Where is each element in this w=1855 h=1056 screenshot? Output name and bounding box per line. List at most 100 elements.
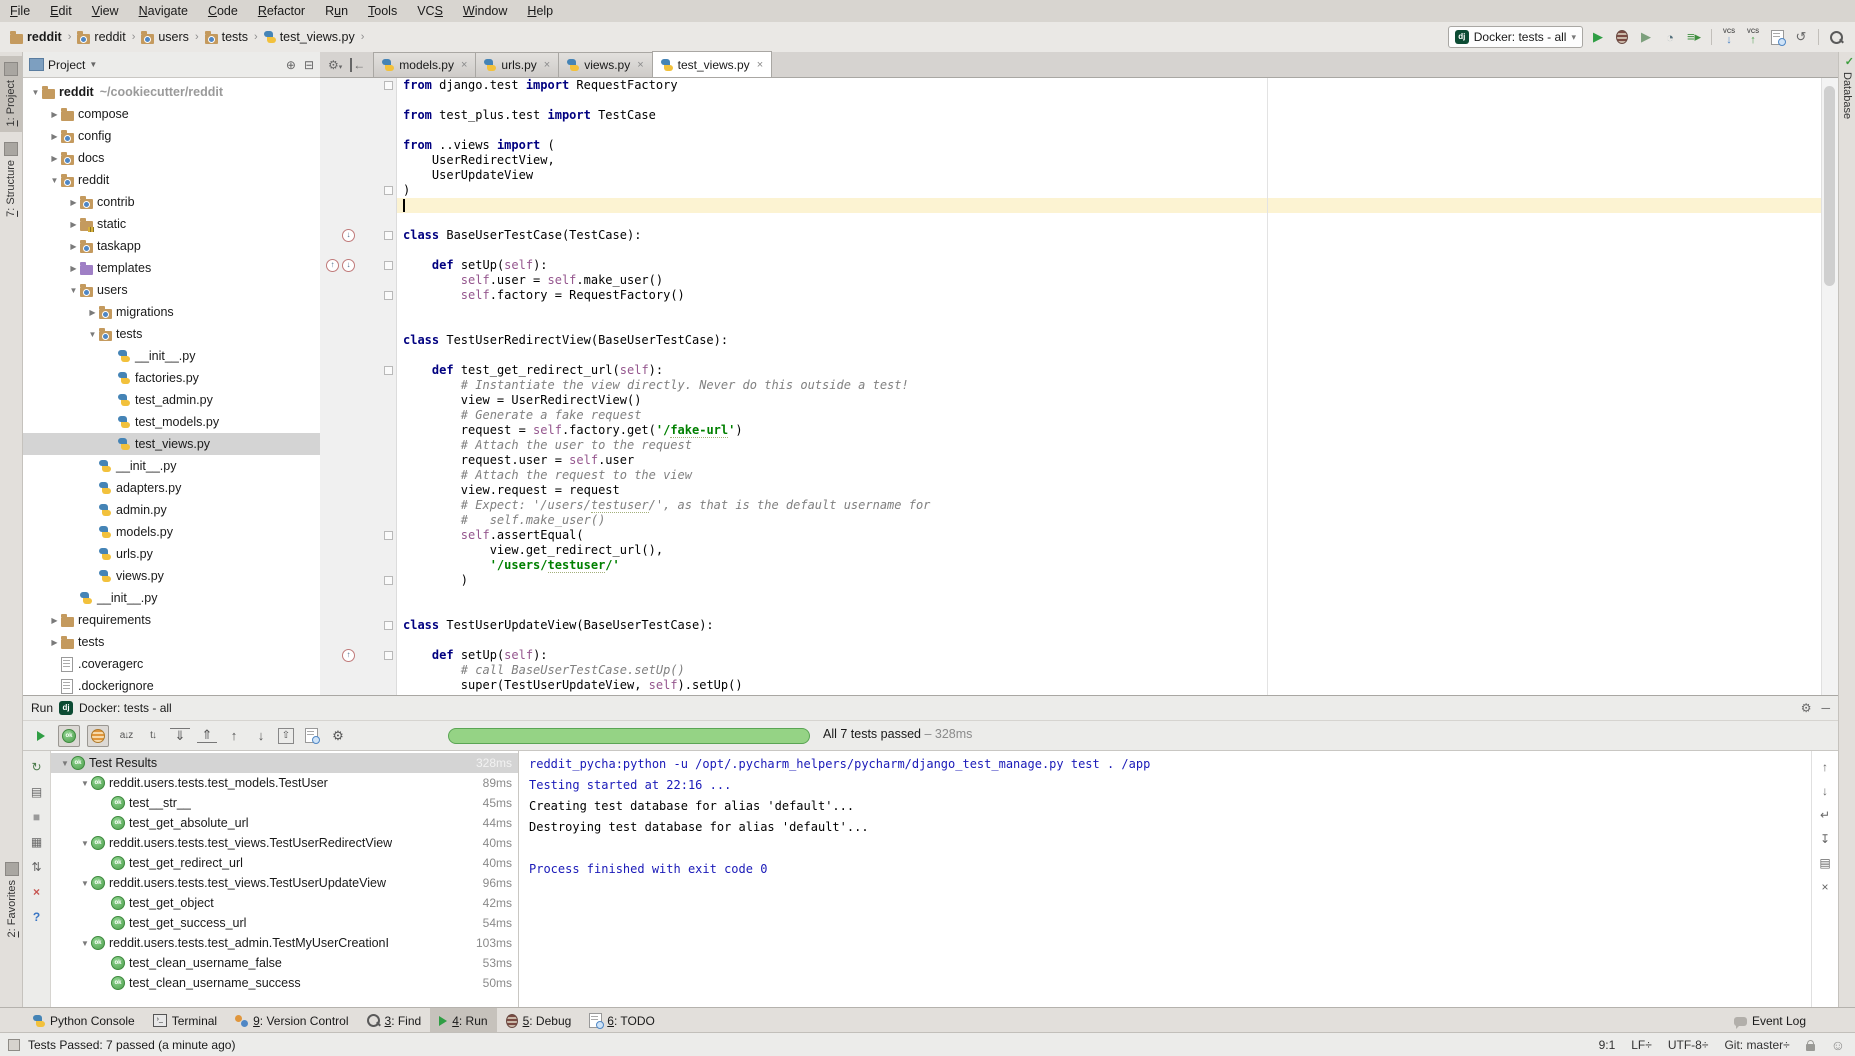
close-icon[interactable]: × (461, 59, 467, 71)
collapse-arrow-icon[interactable]: ▼ (86, 330, 99, 339)
caret-position-widget[interactable]: 9:1 (1599, 1038, 1616, 1052)
event-log-button[interactable]: Event Log (1725, 1014, 1815, 1028)
close-icon[interactable]: × (637, 59, 643, 71)
menu-item-file[interactable]: File (0, 0, 40, 22)
fold-marker-icon[interactable] (384, 651, 393, 660)
down-stack-icon[interactable]: ↓ (1817, 783, 1833, 799)
tool-window-button-4-run[interactable]: 4: Run (430, 1008, 496, 1033)
collapse-arrow-icon[interactable]: ▼ (79, 939, 91, 948)
collapse-arrow-icon[interactable]: ▼ (79, 879, 91, 888)
print-icon[interactable]: ▤ (1817, 855, 1833, 871)
collapse-arrow-icon[interactable]: ▼ (79, 779, 91, 788)
run-test-marker-icon[interactable]: ↓ (342, 229, 355, 242)
run-context-icon[interactable]: ≡▸ (1685, 28, 1703, 46)
menu-item-tools[interactable]: Tools (358, 0, 407, 22)
test-tree-item-reddit-users-tests-test_views-TestUserRedirectView[interactable]: ▼okreddit.users.tests.test_views.TestUse… (51, 833, 518, 853)
expand-arrow-icon[interactable]: ▶ (67, 220, 80, 229)
close-icon[interactable]: × (757, 59, 763, 71)
project-tree-item-__init__.py[interactable]: __init__.py (23, 587, 320, 609)
stop-icon[interactable]: ■ (29, 809, 45, 825)
project-tree-item-test_models.py[interactable]: test_models.py (23, 411, 320, 433)
project-tree-item-users[interactable]: ▼users (23, 279, 320, 301)
gear-icon[interactable]: ⚙ (1801, 701, 1812, 715)
project-tree-item-migrations[interactable]: ▶migrations (23, 301, 320, 323)
menu-item-run[interactable]: Run (315, 0, 358, 22)
run-console[interactable]: reddit_pycha:python -u /opt/.pycharm_hel… (519, 751, 1811, 1008)
rerun-layout-icon[interactable]: ↻ (29, 759, 45, 775)
vcs-update-icon[interactable]: VCS↓ (1720, 28, 1738, 46)
collapse-arrow-icon[interactable]: ▼ (59, 759, 71, 768)
fold-marker-icon[interactable] (384, 291, 393, 300)
run-test-marker-icon[interactable]: ↓ (342, 259, 355, 272)
fold-marker-icon[interactable] (384, 186, 393, 195)
run-coverage-icon[interactable]: ▶ (1637, 28, 1655, 46)
next-test-icon[interactable]: ↓ (251, 726, 271, 746)
close-icon[interactable]: × (29, 884, 45, 900)
breadcrumb-item-reddit[interactable]: reddit (77, 30, 125, 44)
breadcrumb-item-tests[interactable]: tests (205, 30, 248, 44)
fold-marker-icon[interactable] (384, 261, 393, 270)
sort-by-duration-icon[interactable]: t↓ (143, 726, 163, 746)
fold-marker-icon[interactable] (384, 576, 393, 585)
project-tree-item-models.py[interactable]: models.py (23, 521, 320, 543)
project-tree-item-__init__.py[interactable]: __init__.py (23, 455, 320, 477)
fold-marker-icon[interactable] (384, 531, 393, 540)
locate-icon[interactable]: ⊕ (286, 58, 296, 72)
editor-tab-models.py[interactable]: models.py× (373, 52, 476, 77)
expand-arrow-icon[interactable]: ▶ (48, 638, 61, 647)
menu-item-view[interactable]: View (82, 0, 129, 22)
sidebar-item-2-favorites[interactable]: 2: Favorites (0, 856, 24, 943)
gear-icon[interactable]: ⚙ (328, 726, 348, 746)
hide-panel-icon[interactable]: ← (350, 58, 365, 72)
run-icon[interactable]: ▶ (1589, 28, 1607, 46)
test-tree-item-reddit-users-tests-test_views-TestUserUpdateView[interactable]: ▼okreddit.users.tests.test_views.TestUse… (51, 873, 518, 893)
test-tree-item-Test-Results[interactable]: ▼okTest Results328ms (51, 753, 518, 773)
project-tree-item-tests[interactable]: ▶tests (23, 631, 320, 653)
sidebar-item-database[interactable]: Database (1841, 72, 1853, 119)
filter-passed-icon[interactable]: ok (58, 725, 80, 747)
project-tree-item-urls.py[interactable]: urls.py (23, 543, 320, 565)
recent-changes-icon[interactable] (1768, 28, 1786, 46)
project-tree-item-docs[interactable]: ▶docs (23, 147, 320, 169)
soft-wrap-icon[interactable]: ↵ (1817, 807, 1833, 823)
override-marker-icon[interactable]: ↑ (342, 649, 355, 662)
fold-marker-icon[interactable] (384, 366, 393, 375)
fold-marker-icon[interactable] (384, 81, 393, 90)
test-tree-item-test_get_success_url[interactable]: oktest_get_success_url54ms (51, 913, 518, 933)
close-icon[interactable]: × (544, 59, 550, 71)
sidebar-item-7-structure[interactable]: 7: Structure (0, 136, 22, 223)
expand-arrow-icon[interactable]: ▶ (86, 308, 99, 317)
project-tree-item-requirements[interactable]: ▶requirements (23, 609, 320, 631)
project-tree-item-config[interactable]: ▶config (23, 125, 320, 147)
project-tree-item-reddit[interactable]: ▼reddit (23, 169, 320, 191)
tool-window-button-terminal[interactable]: ›_Terminal (144, 1008, 226, 1033)
rerun-tests-icon[interactable] (31, 726, 51, 746)
help-icon[interactable]: ? (29, 909, 45, 925)
menu-item-edit[interactable]: Edit (40, 0, 82, 22)
test-tree-item-reddit-users-tests-test_admin-TestMyUserCreationI[interactable]: ▼okreddit.users.tests.test_admin.TestMyU… (51, 933, 518, 953)
expand-arrow-icon[interactable]: ▶ (67, 198, 80, 207)
hector-notification-icon[interactable]: ☺ (1831, 1037, 1845, 1053)
editor-tab-urls.py[interactable]: urls.py× (475, 52, 559, 77)
tool-window-button-6-todo[interactable]: 6: TODO (580, 1008, 664, 1033)
collapse-arrow-icon[interactable]: ▼ (67, 286, 80, 295)
project-tree-item-compose[interactable]: ▶compose (23, 103, 320, 125)
test-history-icon[interactable]: ⇧ (278, 728, 294, 744)
scroll-end-icon[interactable]: ↧ (1817, 831, 1833, 847)
inspection-ok-icon[interactable]: ✓ (1845, 55, 1854, 68)
project-tree-item-admin.py[interactable]: admin.py (23, 499, 320, 521)
expand-all-icon[interactable]: ⇓ (170, 728, 190, 743)
expand-arrow-icon[interactable]: ▶ (67, 264, 80, 273)
menu-item-navigate[interactable]: Navigate (129, 0, 198, 22)
expand-arrow-icon[interactable]: ▶ (48, 132, 61, 141)
project-tree-item-templates[interactable]: ▶templates (23, 257, 320, 279)
line-ending-widget[interactable]: LF÷ (1631, 1038, 1652, 1052)
editor-tab-test_views.py[interactable]: test_views.py× (652, 51, 772, 77)
project-tree-item-__init__.py[interactable]: __init__.py (23, 345, 320, 367)
filter-ignored-icon[interactable] (87, 725, 109, 747)
git-branch-widget[interactable]: Git: master÷ (1724, 1038, 1789, 1052)
gear-icon[interactable]: ⚙▾ (328, 58, 342, 72)
run-configuration-select[interactable]: dj Docker: tests - all ▾ (1448, 26, 1583, 48)
search-icon[interactable] (1827, 28, 1845, 46)
hide-icon[interactable]: ─ (1821, 701, 1830, 715)
